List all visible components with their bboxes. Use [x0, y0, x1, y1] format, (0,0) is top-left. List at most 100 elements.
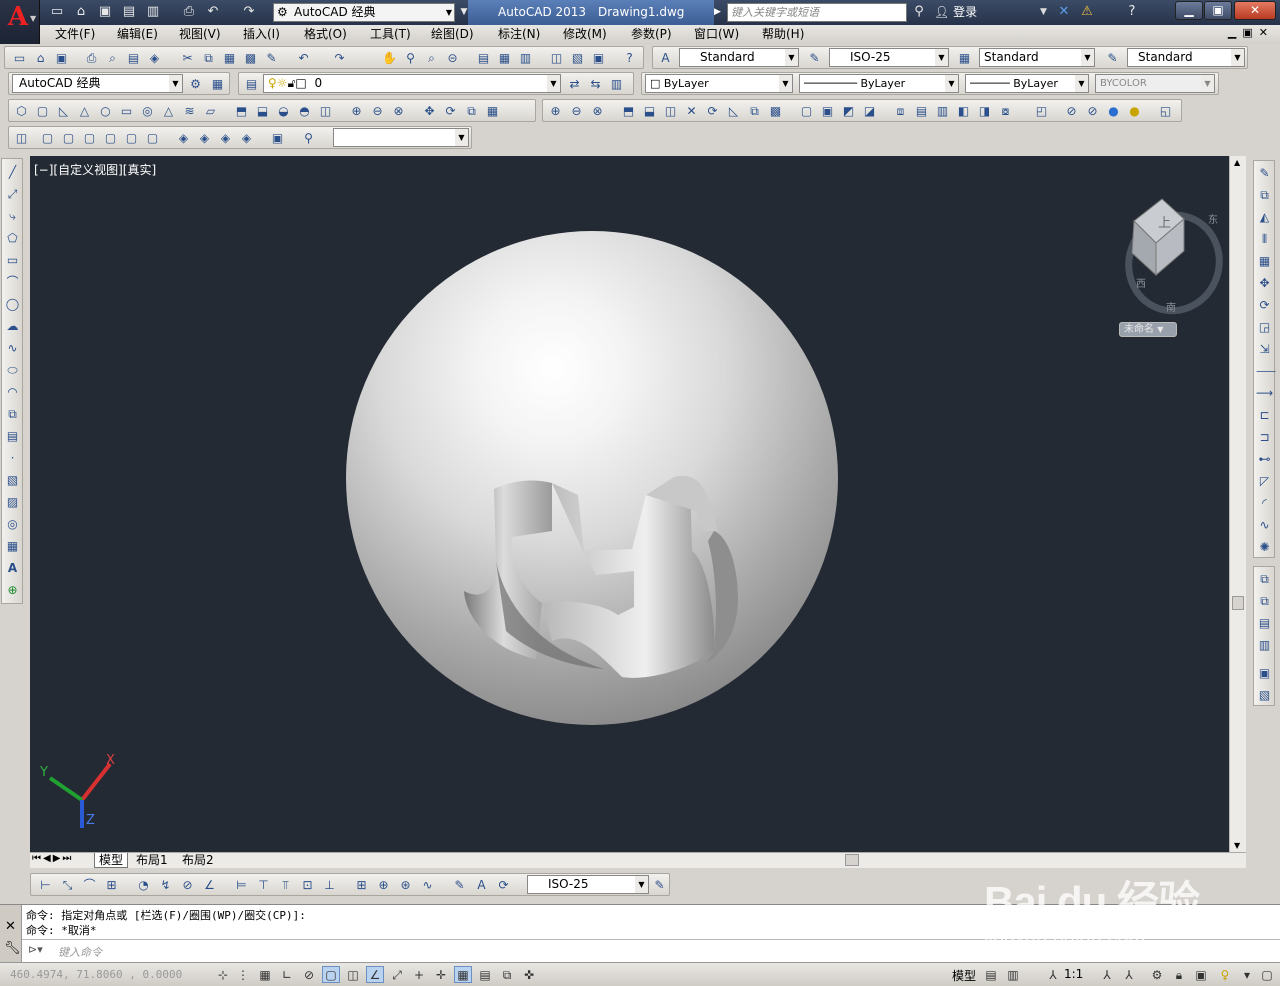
stretch-icon[interactable]: ⇲: [1256, 341, 1273, 358]
bring-above-icon[interactable]: ▤: [1256, 615, 1273, 632]
tolerance-icon[interactable]: ⊞: [353, 877, 370, 893]
multiline-text-icon[interactable]: A: [4, 560, 21, 577]
table-icon[interactable]: ▦: [4, 538, 21, 555]
make-current-icon[interactable]: ⇄: [566, 76, 583, 92]
snap-mode-icon[interactable]: ⋮: [234, 966, 252, 983]
table-style-icon[interactable]: ▦: [956, 50, 973, 66]
app-menu-button[interactable]: A ▼: [0, 0, 40, 44]
dim-space-icon[interactable]: ⊡: [299, 877, 316, 893]
color-select[interactable]: □ ByLayer ▼: [645, 74, 793, 93]
separate-icon[interactable]: ⧈: [892, 103, 909, 119]
inspection-icon[interactable]: ⊛: [397, 877, 414, 893]
open-icon[interactable]: ⌂: [32, 50, 49, 66]
dim-edit-icon[interactable]: ✎: [451, 877, 468, 893]
intersect-icon[interactable]: ⊗: [390, 103, 407, 119]
publish-icon[interactable]: ▤: [125, 50, 142, 66]
se-iso-icon[interactable]: ◈: [196, 130, 213, 146]
continue-dim-icon[interactable]: ⫪: [277, 877, 294, 893]
presspull-icon[interactable]: ⬓: [254, 103, 271, 119]
break-icon[interactable]: ⊐: [1256, 429, 1273, 446]
print-icon[interactable]: ⎙: [180, 4, 198, 20]
wrench-icon[interactable]: 🔧︎: [4, 941, 21, 956]
publish-icon[interactable]: ▥: [144, 4, 162, 20]
region-icon[interactable]: ◎: [4, 516, 21, 533]
shell-icon[interactable]: ▤: [913, 103, 930, 119]
plot-icon[interactable]: ⎙: [83, 50, 100, 66]
text-to-front-icon[interactable]: ▣: [1256, 665, 1273, 682]
horizontal-scroll-thumb[interactable]: [845, 854, 859, 866]
maximize-button[interactable]: ▣: [1204, 1, 1232, 20]
right-view-icon[interactable]: ▢: [102, 130, 119, 146]
named-views-icon[interactable]: ◫: [13, 130, 30, 146]
title-arrow-icon[interactable]: ▶: [714, 3, 726, 22]
front-view-icon[interactable]: ▢: [123, 130, 140, 146]
pyramid-icon[interactable]: △: [160, 103, 177, 119]
visual-styles-icon[interactable]: ◰: [1033, 103, 1050, 119]
transparency-icon[interactable]: ▦: [454, 966, 472, 983]
chevron-down-icon[interactable]: ▼: [1040, 3, 1047, 22]
undo-icon[interactable]: ↶: [204, 4, 222, 20]
help-icon[interactable]: ?: [1123, 4, 1141, 20]
save-icon[interactable]: ▣: [53, 50, 70, 66]
exchange-icon[interactable]: ✕: [1055, 4, 1073, 20]
3d-align-icon[interactable]: ⧉: [463, 103, 480, 119]
workspace-select[interactable]: ⚙ AutoCAD 经典 ▼: [273, 3, 455, 22]
markup-icon[interactable]: ▧: [569, 50, 586, 66]
menu-tools[interactable]: 工具(T): [370, 27, 411, 42]
break-at-point-icon[interactable]: ⊏: [1256, 407, 1273, 424]
color-edges-icon[interactable]: ▣: [819, 103, 836, 119]
workspace-combo[interactable]: AutoCAD 经典 ▼: [12, 74, 183, 93]
match-properties-icon[interactable]: ✎: [263, 50, 280, 66]
scroll-down-icon[interactable]: ▼: [1234, 841, 1240, 850]
3d-rotate-icon[interactable]: ⟳: [442, 103, 459, 119]
ucs-zoom-icon[interactable]: ⚲: [300, 130, 317, 146]
arc-length-icon[interactable]: ⌒: [81, 877, 98, 893]
layer-properties-icon[interactable]: ▤: [243, 76, 260, 92]
tab-navigation-arrows[interactable]: ⏮◀▶⏭: [32, 853, 73, 864]
cut-icon[interactable]: ✂: [179, 50, 196, 66]
plot-preview-icon[interactable]: ⌕: [104, 50, 121, 66]
save-icon[interactable]: ▣: [96, 4, 114, 20]
realistic-style-icon[interactable]: ●: [1105, 103, 1122, 119]
polysolid-icon[interactable]: ⬡: [13, 103, 30, 119]
text-style-select[interactable]: Standard ▼: [679, 48, 799, 67]
fillet-icon[interactable]: ◜: [1256, 495, 1273, 512]
copy-faces-icon[interactable]: ⧉: [746, 103, 763, 119]
bottom-view-icon[interactable]: ▢: [60, 130, 77, 146]
clean-screen-icon[interactable]: ▢: [1258, 966, 1276, 983]
text-style-icon[interactable]: A: [657, 50, 674, 66]
imprint-icon[interactable]: ◩: [840, 103, 857, 119]
plot-style-select[interactable]: BYCOLOR ▼: [1095, 74, 1215, 93]
polygon-icon[interactable]: ⬠: [4, 230, 21, 247]
quick-properties-icon[interactable]: ▤: [476, 966, 494, 983]
hidden-style-icon[interactable]: ⊘: [1084, 103, 1101, 119]
construction-line-icon[interactable]: ⤢: [4, 186, 21, 203]
viewcube-ucs-menu[interactable]: 未命名 ▼: [1119, 322, 1177, 337]
back-view-icon[interactable]: ▢: [144, 130, 161, 146]
annotation-scale-icon[interactable]: ⅄: [1044, 966, 1062, 983]
new-icon[interactable]: ▭: [11, 50, 28, 66]
baseline-dim-icon[interactable]: ⊤: [255, 877, 272, 893]
close-icon[interactable]: ✕: [5, 919, 16, 934]
left-view-icon[interactable]: ▢: [81, 130, 98, 146]
send-to-back-icon[interactable]: ⧉: [1256, 593, 1273, 610]
thicken-icon[interactable]: ◨: [976, 103, 993, 119]
3d-move-icon[interactable]: ✥: [421, 103, 438, 119]
layer-states-icon[interactable]: ▥: [608, 76, 625, 92]
offset-icon[interactable]: ⫴: [1256, 231, 1273, 248]
paste-block-icon[interactable]: ▩: [242, 50, 259, 66]
hardware-acceleration-icon[interactable]: ▣: [1192, 966, 1210, 983]
lock-icon[interactable]: 🔒︎: [1170, 966, 1188, 983]
sphere-icon[interactable]: ○: [97, 103, 114, 119]
ellipse-arc-icon[interactable]: ◠: [4, 384, 21, 401]
insert-block-icon[interactable]: ⧉: [4, 406, 21, 423]
aligned-dim-icon[interactable]: ⤡: [59, 877, 76, 893]
3d-array-icon[interactable]: ▦: [484, 103, 501, 119]
new-file-icon[interactable]: ▭: [48, 4, 66, 20]
slice-icon[interactable]: ◧: [955, 103, 972, 119]
chamfer-icon[interactable]: ◸: [1256, 473, 1273, 490]
union-icon[interactable]: ⊕: [348, 103, 365, 119]
dim-style-combo[interactable]: ISO-25 ▼: [527, 875, 649, 894]
color-faces-icon[interactable]: ▩: [767, 103, 784, 119]
viewport-controls-label[interactable]: [−][自定义视图][真实]: [34, 161, 156, 178]
